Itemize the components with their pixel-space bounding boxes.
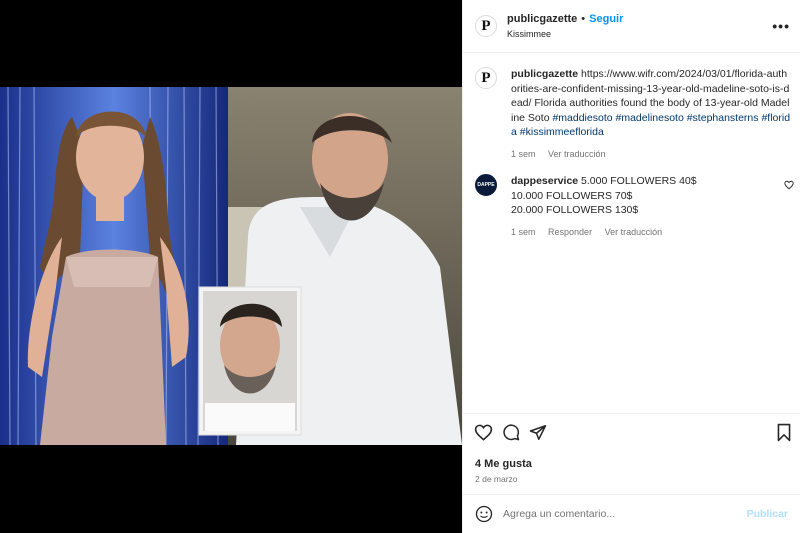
emoji-icon[interactable]: [475, 505, 493, 523]
comment-body: dappeservice 5.000 FOLLOWERS 40$ 10.000 …: [511, 174, 791, 239]
save-bookmark-icon[interactable]: [776, 423, 792, 442]
post-photo: [0, 87, 462, 445]
caption-time: 1 sem: [511, 148, 536, 159]
hashtag[interactable]: #maddiesoto: [552, 112, 612, 124]
comment-composer: Publicar: [463, 494, 800, 533]
follow-button[interactable]: Seguir: [589, 13, 623, 25]
translate-link[interactable]: Ver traducción: [605, 227, 663, 237]
comment-line: 10.000 FOLLOWERS 70$: [511, 189, 633, 202]
like-heart-icon[interactable]: [474, 423, 493, 442]
comment-bubble-icon[interactable]: [502, 423, 520, 442]
author-info: publicgazette • Seguir Kissimmee: [507, 13, 623, 39]
caption-username[interactable]: publicgazette: [511, 68, 578, 80]
post-sidebar: P publicgazette • Seguir Kissimmee ••• P p…: [462, 0, 800, 533]
post-media[interactable]: [0, 0, 462, 533]
post-location[interactable]: Kissimmee: [507, 29, 623, 39]
publish-button[interactable]: Publicar: [747, 508, 788, 520]
caption-meta: 1 sem Ver traducción: [511, 147, 791, 162]
caption-body: publicgazette https://www.wifr.com/2024/…: [511, 67, 791, 161]
hashtag[interactable]: #stephansterns: [687, 112, 759, 124]
separator-dot: •: [581, 13, 586, 25]
more-options-icon[interactable]: •••: [772, 18, 790, 34]
author-username[interactable]: publicgazette: [507, 13, 577, 25]
share-send-icon[interactable]: [529, 423, 547, 442]
reply-link[interactable]: Responder: [548, 227, 592, 237]
post-header: P publicgazette • Seguir Kissimmee •••: [463, 0, 800, 53]
comment-line: 20.000 FOLLOWERS 130$: [511, 204, 639, 216]
caption: P publicgazette https://www.wifr.com/202…: [475, 67, 791, 161]
comment-meta: 1 sem Responder Ver traducción: [511, 225, 791, 240]
comment-item: DAPPE dappeservice 5.000 FOLLOWERS 40$ 1…: [475, 174, 791, 239]
author-avatar[interactable]: P: [475, 15, 497, 37]
commenter-avatar[interactable]: DAPPE: [475, 174, 497, 196]
hashtag[interactable]: #kissimmeeflorida: [520, 126, 604, 138]
hashtag[interactable]: #madelinesoto: [616, 112, 684, 124]
action-bar: [463, 413, 800, 453]
instagram-post-view: P publicgazette • Seguir Kissimmee ••• P p…: [0, 0, 800, 533]
commenter-username[interactable]: dappeservice: [511, 175, 578, 187]
translate-link[interactable]: Ver traducción: [548, 149, 606, 159]
comment-line: 5.000 FOLLOWERS 40$: [581, 175, 697, 187]
comment-time: 1 sem: [511, 226, 536, 237]
post-date: 2 de marzo: [475, 474, 518, 484]
likes-count[interactable]: 4 Me gusta: [475, 458, 532, 470]
comment-input[interactable]: [503, 508, 747, 520]
comment-like-icon[interactable]: [784, 180, 794, 190]
caption-avatar[interactable]: P: [475, 67, 497, 89]
